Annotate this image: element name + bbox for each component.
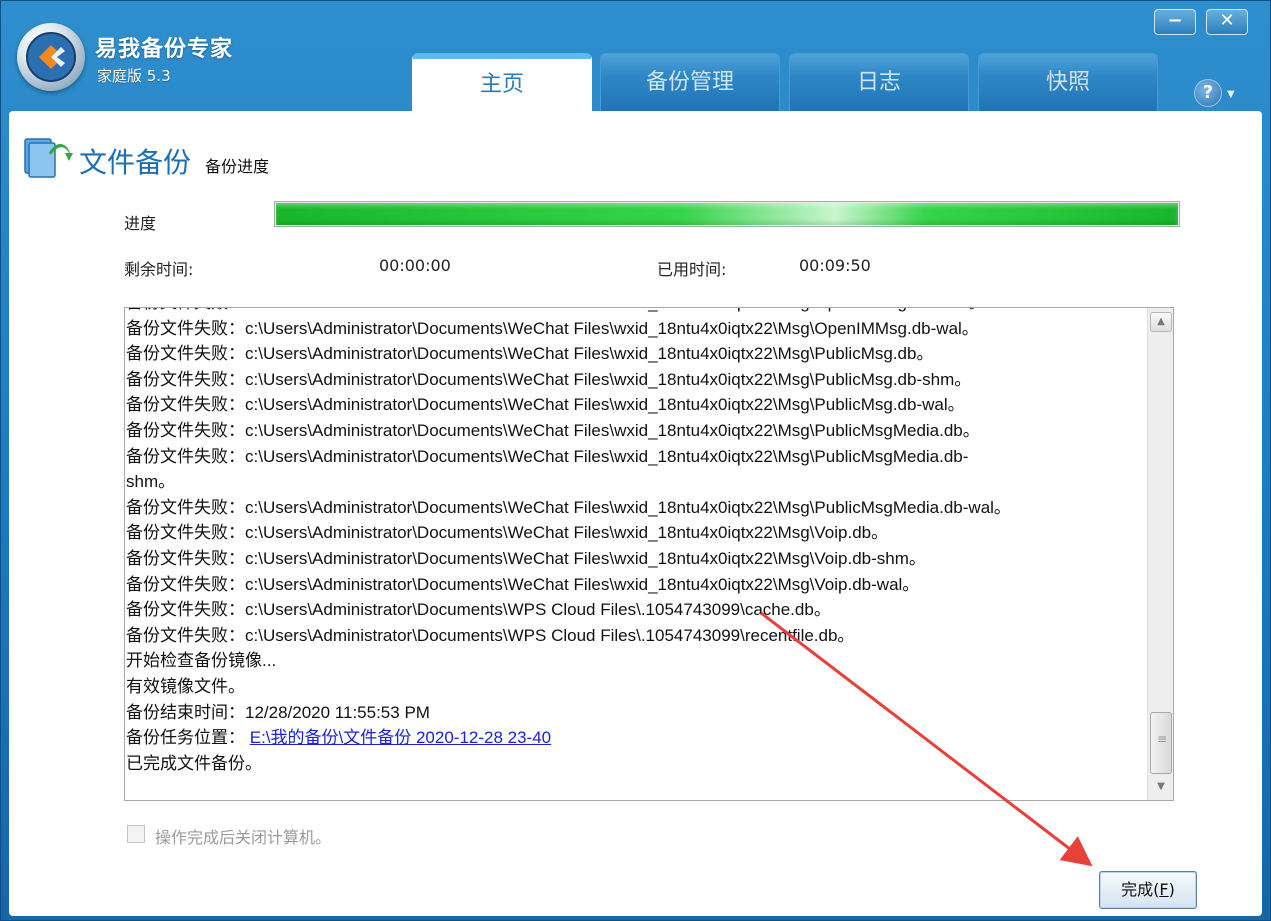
app-window: 易我备份专家 家庭版 5.3 − ✕ 主页 备份管理 日志 快照 ? ▼ 文件备… [0, 0, 1271, 921]
remaining-time-label: 剩余时间: [124, 260, 194, 279]
log-line: 备份文件失败：c:\Users\Administrator\Documents\… [126, 497, 1011, 517]
progress-fill [276, 203, 1178, 225]
scroll-thumb[interactable]: ≡ [1150, 712, 1172, 774]
help-icon: ? [1202, 82, 1214, 103]
tab-logs[interactable]: 日志 [789, 53, 969, 111]
log-scrollbar[interactable]: ▲ ≡ ▼ [1147, 308, 1173, 800]
grip-icon: ≡ [1157, 732, 1168, 746]
chevron-down-icon[interactable]: ▼ [1227, 89, 1235, 100]
log-line: 备份文件失败：c:\Users\Administrator\Documents\… [126, 318, 979, 338]
remaining-time-value: 00:00:00 [379, 256, 451, 275]
app-edition: 家庭版 5.3 [97, 67, 171, 85]
finish-button-label: 完成( [1121, 880, 1160, 899]
elapsed-time-label: 已用时间: [657, 260, 727, 279]
log-line: 备份文件失败：c:\Users\Administrator\Documents\… [126, 369, 972, 389]
log-line: shm。 [126, 472, 176, 492]
finish-button[interactable]: 完成(F) [1099, 871, 1197, 909]
tab-home[interactable]: 主页 [412, 53, 592, 111]
scroll-down-arrow-icon[interactable]: ▼ [1150, 778, 1172, 798]
log-line: 备份文件失败：c:\Users\Administrator\Documents\… [126, 523, 889, 543]
log-line-location: 备份任务位置： E:\我的备份\文件备份 2020-12-28 23-40 [125, 725, 1143, 751]
shutdown-checkbox-label: 操作完成后关闭计算机。 [155, 828, 332, 847]
log-line: 备份文件失败：c:\Users\Administrator\Documents\… [126, 574, 920, 594]
location-label: 备份任务位置： [126, 728, 245, 748]
help-button[interactable]: ? [1194, 79, 1222, 107]
log-line: 备份文件失败：c:\Users\Administrator\Documents\… [126, 600, 831, 620]
log-content: 备份文件失败：c:\Users\Administrator\Documents\… [125, 308, 1143, 776]
log-line: 备份文件失败：c:\Users\Administrator\Documents\… [125, 308, 1143, 316]
backup-location-link[interactable]: E:\我的备份\文件备份 2020-12-28 23-40 [250, 728, 551, 747]
minimize-button[interactable]: − [1154, 9, 1196, 35]
elapsed-time-value: 00:09:50 [799, 256, 871, 275]
progress-bar [274, 201, 1180, 227]
log-line: 备份文件失败：c:\Users\Administrator\Documents\… [126, 395, 965, 415]
minimize-icon: − [1167, 10, 1183, 31]
log-line: 备份文件失败：c:\Users\Administrator\Documents\… [126, 625, 855, 645]
tab-backup-management[interactable]: 备份管理 [600, 53, 780, 111]
app-title: 易我备份专家 [95, 37, 234, 62]
log-line: 备份文件失败：c:\Users\Administrator\Documents\… [126, 344, 934, 364]
log-line: 备份文件失败：c:\Users\Administrator\Documents\… [126, 420, 980, 440]
log-line: 备份文件失败：c:\Users\Administrator\Documents\… [126, 446, 969, 466]
section-title: 文件备份 [79, 146, 192, 179]
progress-label: 进度 [124, 214, 157, 233]
scroll-up-arrow-icon[interactable]: ▲ [1150, 312, 1172, 332]
file-backup-icon [23, 133, 73, 181]
easeus-logo [17, 23, 85, 91]
log-line: 备份文件失败：c:\Users\Administrator\Documents\… [126, 548, 926, 568]
close-button[interactable]: ✕ [1206, 9, 1248, 35]
backup-log[interactable]: 备份文件失败：c:\Users\Administrator\Documents\… [124, 307, 1174, 801]
log-line: 备份结束时间：12/28/2020 11:55:53 PM [126, 702, 430, 722]
shutdown-checkbox[interactable] [127, 825, 145, 843]
log-line: 有效镜像文件。 [126, 676, 245, 696]
log-line: 开始检查备份镜像... [126, 651, 277, 671]
section-subtitle: 备份进度 [205, 157, 270, 176]
finish-button-accel: F [1159, 880, 1169, 899]
log-line: 已完成文件备份。 [126, 753, 262, 773]
finish-button-label-end: ) [1168, 880, 1175, 899]
content-panel: 文件备份 备份进度 进度 剩余时间: 00:00:00 已用时间: 00:09:… [9, 111, 1262, 916]
tab-snapshot[interactable]: 快照 [978, 53, 1158, 111]
close-icon: ✕ [1219, 10, 1235, 31]
